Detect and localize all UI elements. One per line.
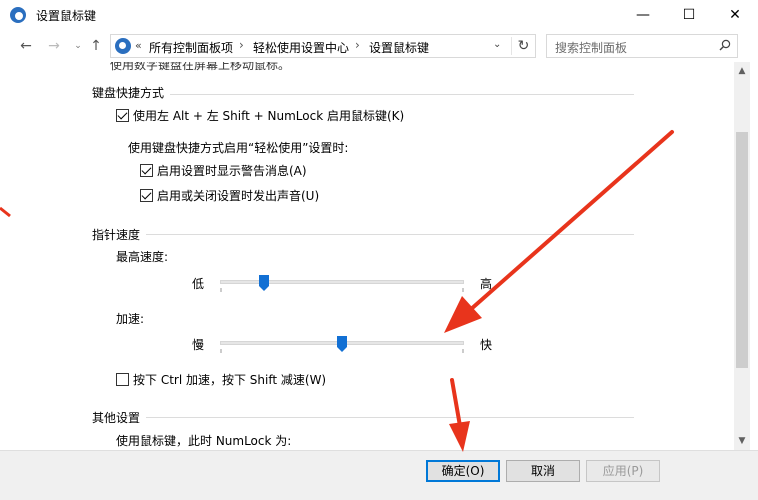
acceleration-label: 加速: bbox=[116, 312, 145, 326]
minimize-button[interactable]: — bbox=[620, 0, 666, 30]
breadcrumb-mouse-keys[interactable]: 设置鼠标键 bbox=[369, 39, 429, 56]
back-arrow-icon[interactable]: ← bbox=[16, 36, 36, 56]
top-speed-slider-track[interactable] bbox=[220, 280, 464, 284]
keyboard-shortcut-heading: 键盘快捷方式 bbox=[92, 86, 165, 100]
breadcrumb-separator[interactable]: › bbox=[239, 38, 244, 52]
cancel-button[interactable]: 取消 bbox=[506, 460, 580, 482]
maximize-button[interactable]: ☐ bbox=[666, 0, 712, 30]
vertical-scrollbar[interactable]: ▲ ▼ bbox=[734, 62, 750, 450]
play-sound-checkbox-row[interactable]: 启用或关闭设置时发出声音(U) bbox=[140, 187, 319, 204]
settings-content: 使用数字键盘在屏幕上移动鼠标。 键盘快捷方式 使用左 Alt + 左 Shift… bbox=[0, 62, 734, 450]
search-placeholder: 搜索控制面板 bbox=[555, 41, 628, 55]
address-bar[interactable]: « 所有控制面板项 › 轻松使用设置中心 › 设置鼠标键 ⌄ ↻ bbox=[110, 34, 536, 58]
numlock-text: 使用鼠标键，此时 NumLock 为: bbox=[116, 434, 292, 448]
close-button[interactable]: ✕ bbox=[712, 0, 758, 30]
scroll-up-arrow-icon[interactable]: ▲ bbox=[734, 64, 750, 78]
ok-button[interactable]: 确定(O) bbox=[426, 460, 500, 482]
search-input[interactable]: 搜索控制面板 bbox=[546, 34, 738, 58]
scroll-down-arrow-icon[interactable]: ▼ bbox=[734, 434, 750, 448]
section-divider bbox=[146, 234, 634, 235]
section-divider bbox=[146, 417, 634, 418]
address-dropdown-icon[interactable]: ⌄ bbox=[493, 39, 501, 50]
dialog-footer: 确定(O) 取消 应用(P) bbox=[0, 450, 758, 500]
breadcrumb-overflow[interactable]: « bbox=[135, 39, 142, 52]
show-warning-label[interactable]: 启用设置时显示警告消息(A) bbox=[157, 162, 307, 179]
section-divider bbox=[170, 94, 634, 95]
show-warning-checkbox[interactable] bbox=[140, 164, 153, 177]
ctrl-shift-checkbox-row[interactable]: 按下 Ctrl 加速，按下 Shift 减速(W) bbox=[116, 371, 326, 388]
title-bar: 设置鼠标键 — ☐ ✕ bbox=[0, 0, 758, 30]
top-speed-slider-thumb[interactable] bbox=[258, 275, 269, 291]
scrollbar-thumb[interactable] bbox=[736, 132, 748, 368]
forward-arrow-icon[interactable]: → bbox=[44, 36, 64, 56]
enable-shortcut-checkbox-row[interactable]: 使用左 Alt + 左 Shift + NumLock 启用鼠标键(K) bbox=[116, 107, 404, 124]
navigation-bar: ← → ⌄ ↑ « 所有控制面板项 › 轻松使用设置中心 › 设置鼠标键 ⌄ ↻… bbox=[0, 30, 758, 62]
top-speed-max-label: 高 bbox=[480, 277, 493, 291]
acceleration-min-label: 慢 bbox=[192, 338, 205, 352]
enable-shortcut-label[interactable]: 使用左 Alt + 左 Shift + NumLock 启用鼠标键(K) bbox=[133, 107, 404, 124]
recent-locations-chevron-icon[interactable]: ⌄ bbox=[68, 36, 88, 56]
pointer-speed-heading: 指针速度 bbox=[92, 228, 141, 242]
ease-of-access-icon bbox=[10, 7, 26, 23]
top-speed-slider-ticks bbox=[220, 288, 464, 292]
top-speed-min-label: 低 bbox=[192, 277, 205, 291]
acceleration-slider-thumb[interactable] bbox=[337, 336, 347, 352]
refresh-icon[interactable]: ↻ bbox=[511, 37, 535, 55]
control-panel-icon bbox=[115, 38, 131, 54]
breadcrumb-all-control-panel-items[interactable]: 所有控制面板项 bbox=[149, 39, 233, 56]
window-title: 设置鼠标键 bbox=[36, 9, 97, 23]
enable-shortcut-checkbox[interactable] bbox=[116, 109, 129, 122]
apply-button[interactable]: 应用(P) bbox=[586, 460, 660, 482]
description-text: 使用数字键盘在屏幕上移动鼠标。 bbox=[110, 62, 291, 72]
play-sound-label[interactable]: 启用或关闭设置时发出声音(U) bbox=[157, 187, 319, 204]
breadcrumb-separator[interactable]: › bbox=[355, 38, 360, 52]
breadcrumb-ease-of-access-center[interactable]: 轻松使用设置中心 bbox=[253, 39, 349, 56]
search-icon[interactable] bbox=[719, 39, 731, 51]
other-settings-heading: 其他设置 bbox=[92, 411, 141, 425]
ctrl-shift-checkbox[interactable] bbox=[116, 373, 129, 386]
shortcut-subheading: 使用键盘快捷方式启用“轻松使用”设置时: bbox=[128, 141, 349, 155]
ctrl-shift-label[interactable]: 按下 Ctrl 加速，按下 Shift 减速(W) bbox=[133, 371, 326, 388]
top-speed-label: 最高速度: bbox=[116, 250, 169, 264]
play-sound-checkbox[interactable] bbox=[140, 189, 153, 202]
up-arrow-icon[interactable]: ↑ bbox=[86, 36, 106, 56]
show-warning-checkbox-row[interactable]: 启用设置时显示警告消息(A) bbox=[140, 162, 307, 179]
acceleration-max-label: 快 bbox=[480, 338, 493, 352]
